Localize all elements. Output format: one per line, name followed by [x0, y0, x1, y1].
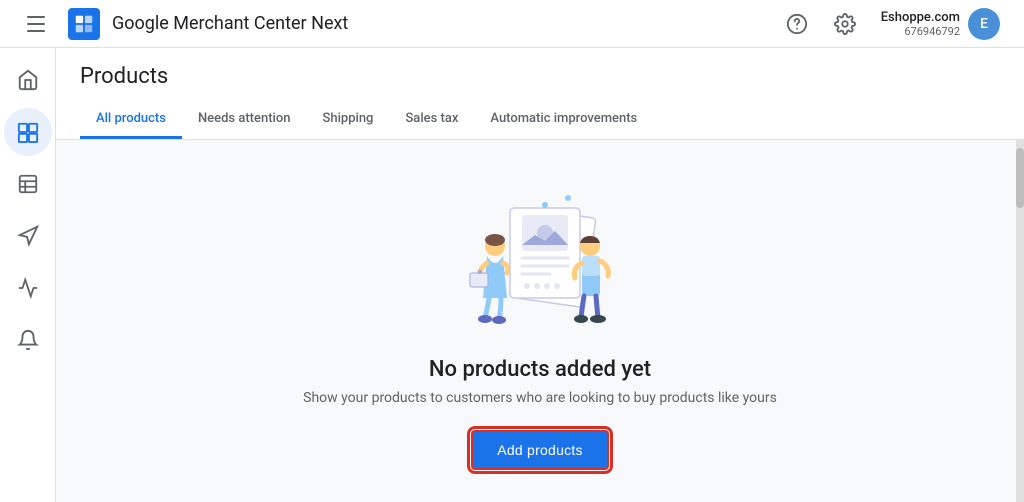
app-title: Google Merchant Center Next — [112, 13, 348, 34]
tab-shipping[interactable]: Shipping — [306, 101, 389, 139]
empty-state-illustration — [440, 173, 640, 333]
sidebar-item-notifications[interactable] — [4, 316, 52, 364]
settings-button[interactable] — [825, 4, 865, 44]
header: Google Merchant Center Next Eshoppe.com … — [0, 0, 1024, 48]
account-name: Eshoppe.com — [881, 10, 960, 25]
main-layout: Products All products Needs attention Sh… — [0, 48, 1024, 502]
empty-state-title: No products added yet — [429, 357, 651, 382]
sidebar-item-reports[interactable] — [4, 160, 52, 208]
account-id: 676946792 — [881, 25, 960, 38]
help-button[interactable] — [777, 4, 817, 44]
page-header: Products All products Needs attention Sh… — [56, 48, 1024, 140]
tab-needs-attention[interactable]: Needs attention — [182, 101, 307, 139]
account-area[interactable]: Eshoppe.com 676946792 E — [873, 4, 1008, 44]
tab-automatic-improvements[interactable]: Automatic improvements — [474, 101, 653, 139]
sidebar — [0, 48, 56, 502]
page-title: Products — [80, 64, 1000, 89]
sidebar-item-campaigns[interactable] — [4, 212, 52, 260]
scrollbar[interactable] — [1016, 140, 1024, 502]
account-info: Eshoppe.com 676946792 — [881, 10, 960, 38]
main-content: No products added yet Show your products… — [56, 140, 1024, 502]
sidebar-item-home[interactable] — [4, 56, 52, 104]
logo-icon — [68, 8, 100, 40]
tab-sales-tax[interactable]: Sales tax — [389, 101, 474, 139]
tab-all-products[interactable]: All products — [80, 101, 182, 139]
sidebar-item-analytics[interactable] — [4, 264, 52, 312]
scrollbar-thumb[interactable] — [1016, 148, 1024, 208]
header-right: Eshoppe.com 676946792 E — [777, 4, 1008, 44]
tabs: All products Needs attention Shipping Sa… — [80, 101, 1000, 139]
content-area: Products All products Needs attention Sh… — [56, 48, 1024, 502]
menu-button[interactable] — [16, 4, 56, 44]
header-left: Google Merchant Center Next — [16, 4, 777, 44]
empty-state-subtitle: Show your products to customers who are … — [303, 390, 777, 406]
avatar: E — [968, 8, 1000, 40]
sidebar-item-products[interactable] — [4, 108, 52, 156]
add-products-button[interactable]: Add products — [471, 430, 609, 470]
